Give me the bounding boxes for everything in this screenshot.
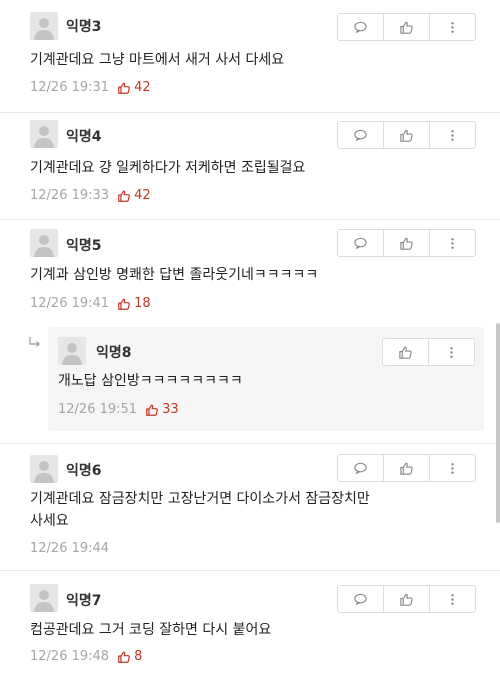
comment-time: 12/26 19:48 xyxy=(30,649,110,664)
like-button[interactable] xyxy=(384,122,430,148)
speech-bubble-icon xyxy=(353,20,368,35)
like-count: 8 xyxy=(117,649,142,664)
thumbs-up-icon xyxy=(117,650,131,664)
like-button[interactable] xyxy=(384,455,430,481)
comment-time: 12/26 19:33 xyxy=(30,188,110,203)
speech-bubble-icon xyxy=(353,128,368,143)
more-vertical-icon xyxy=(445,128,460,143)
thumbs-up-icon xyxy=(117,297,131,311)
comment-actions xyxy=(337,121,476,149)
comment-meta: 12/26 19:33 42 xyxy=(30,188,151,203)
more-button[interactable] xyxy=(430,586,475,612)
thumbs-up-icon xyxy=(117,189,131,203)
comment-author: 익명5 xyxy=(66,238,102,254)
more-vertical-icon xyxy=(444,345,459,360)
comment-text: 기계관데요 걍 일케하다가 저케하면 조립될걸요 xyxy=(30,160,306,176)
comment-actions xyxy=(337,229,476,257)
reply-comment: 익명8 개노답 삼인방ㅋㅋㅋㅋㅋㅋㅋㅋ 12/26 19:51 33 xyxy=(48,327,484,431)
default-avatar-icon xyxy=(30,12,58,40)
comment-item: 익명7 컴공관데요 그거 코딩 잘하면 다시 붙어요 12/26 19:48 8 xyxy=(0,570,500,685)
more-button[interactable] xyxy=(429,339,474,365)
thumbs-up-icon xyxy=(399,461,414,476)
like-count-value: 33 xyxy=(162,402,179,417)
comment-meta: 12/26 19:31 42 xyxy=(30,80,151,95)
thumbs-up-icon xyxy=(117,81,131,95)
thumbs-up-icon xyxy=(399,236,414,251)
comment-text-line2: 사세요 xyxy=(30,513,69,529)
comment-text: 컴공관데요 그거 코딩 잘하면 다시 붙어요 xyxy=(30,622,272,638)
scrollbar[interactable] xyxy=(496,323,500,523)
comment-actions xyxy=(337,585,476,613)
comment-item: 익명6 기계관데요 잠금장치만 고장난거면 다이소가서 잠금장치만 사세요 12… xyxy=(0,443,500,568)
thumbs-up-icon xyxy=(398,345,413,360)
comment-meta: 12/26 19:41 18 xyxy=(30,296,151,311)
comment-actions xyxy=(337,13,476,41)
comment-text: 기계관데요 그냥 마트에서 새거 사서 다세요 xyxy=(30,52,285,68)
reply-button[interactable] xyxy=(338,14,384,40)
comment-author: 익명7 xyxy=(66,593,102,609)
default-avatar-icon xyxy=(58,337,86,365)
comment-author: 익명3 xyxy=(66,19,102,35)
like-button[interactable] xyxy=(384,14,430,40)
like-button[interactable] xyxy=(384,586,430,612)
speech-bubble-icon xyxy=(353,236,368,251)
comment-actions xyxy=(382,338,475,366)
comment-time: 12/26 19:44 xyxy=(30,541,110,556)
more-vertical-icon xyxy=(445,236,460,251)
comment-meta: 12/26 19:51 33 xyxy=(58,402,179,417)
like-button[interactable] xyxy=(383,339,429,365)
more-vertical-icon xyxy=(445,461,460,476)
speech-bubble-icon xyxy=(353,592,368,607)
default-avatar-icon xyxy=(30,455,58,483)
comment-time: 12/26 19:41 xyxy=(30,296,110,311)
reply-button[interactable] xyxy=(338,122,384,148)
like-count: 42 xyxy=(117,80,151,95)
more-button[interactable] xyxy=(430,14,475,40)
more-vertical-icon xyxy=(445,20,460,35)
comment-item: 익명5 기계과 삼인방 명쾌한 답변 졸라웃기네ㅋㅋㅋㅋㅋ 12/26 19:4… xyxy=(0,215,500,325)
comment-item: 익명3 기계관데요 그냥 마트에서 새거 사서 다세요 12/26 19:31 … xyxy=(0,0,500,110)
default-avatar-icon xyxy=(30,120,58,148)
thumbs-up-icon xyxy=(145,403,159,417)
more-button[interactable] xyxy=(430,230,475,256)
comment-text: 기계과 삼인방 명쾌한 답변 졸라웃기네ㅋㅋㅋㅋㅋ xyxy=(30,267,319,283)
thumbs-up-icon xyxy=(399,20,414,35)
comment-meta: 12/26 19:44 xyxy=(30,541,109,556)
comment-time: 12/26 19:51 xyxy=(58,402,138,417)
like-count: 18 xyxy=(117,296,151,311)
thumbs-up-icon xyxy=(399,128,414,143)
more-button[interactable] xyxy=(430,122,475,148)
like-count-value: 18 xyxy=(134,296,151,311)
like-count-value: 42 xyxy=(134,188,151,203)
comment-meta: 12/26 19:48 8 xyxy=(30,649,142,664)
reply-button[interactable] xyxy=(338,230,384,256)
comment-author: 익명8 xyxy=(96,345,132,361)
like-count-value: 8 xyxy=(134,649,143,664)
reply-arrow-icon xyxy=(29,337,40,347)
like-count-value: 42 xyxy=(134,80,151,95)
comment-time: 12/26 19:31 xyxy=(30,80,110,95)
comment-author: 익명4 xyxy=(66,129,102,145)
like-button[interactable] xyxy=(384,230,430,256)
default-avatar-icon xyxy=(30,229,58,257)
like-count: 42 xyxy=(117,188,151,203)
comment-item: 익명4 기계관데요 걍 일케하다가 저케하면 조립될걸요 12/26 19:33… xyxy=(0,108,500,218)
comment-text: 개노답 삼인방ㅋㅋㅋㅋㅋㅋㅋㅋ xyxy=(58,373,243,389)
default-avatar-icon xyxy=(30,584,58,612)
comment-text-line1: 기계관데요 잠금장치만 고장난거면 다이소가서 잠금장치만 xyxy=(30,491,370,507)
more-button[interactable] xyxy=(430,455,475,481)
comment-author: 익명6 xyxy=(66,463,102,479)
more-vertical-icon xyxy=(445,592,460,607)
like-count: 33 xyxy=(145,402,179,417)
reply-button[interactable] xyxy=(338,455,384,481)
reply-button[interactable] xyxy=(338,586,384,612)
thumbs-up-icon xyxy=(399,592,414,607)
speech-bubble-icon xyxy=(353,461,368,476)
comment-actions xyxy=(337,454,476,482)
